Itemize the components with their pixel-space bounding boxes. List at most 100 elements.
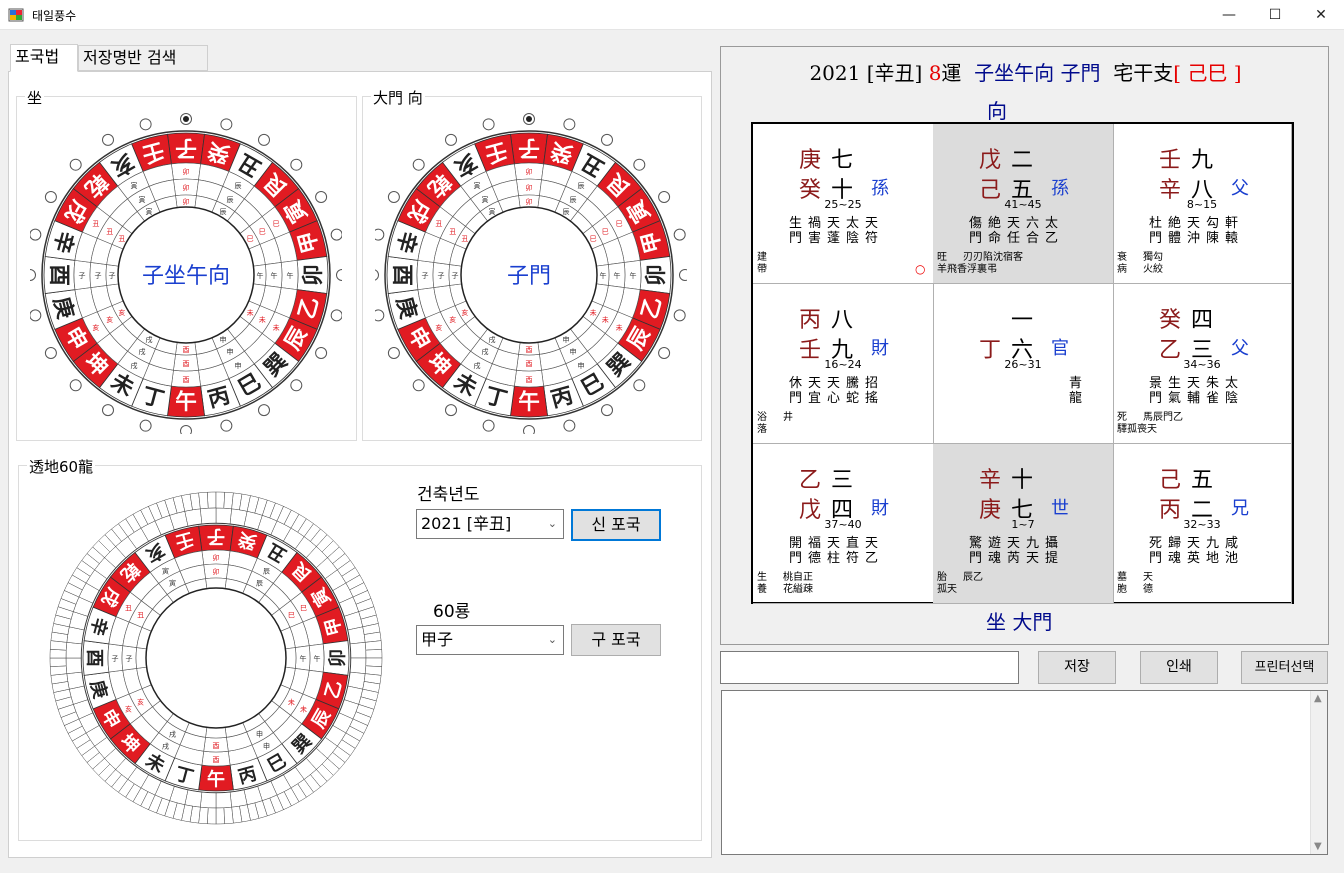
compass-radio[interactable] [180, 425, 192, 435]
compass-radio[interactable] [102, 133, 114, 146]
compass-radio[interactable] [44, 191, 57, 203]
compass-radio[interactable] [290, 158, 303, 171]
compass-radio[interactable] [139, 419, 152, 432]
printer-select-button[interactable]: 프린터선택 [1241, 651, 1328, 684]
compass-center-label: 子坐午向 [142, 264, 230, 289]
compass-radio[interactable] [220, 118, 233, 131]
compass-radio[interactable] [633, 158, 646, 171]
compass-mini-label: 子 [109, 272, 116, 280]
dragon60-select[interactable]: 甲子 ⌄ [416, 625, 564, 655]
compass-radio[interactable] [30, 269, 36, 281]
minimize-button[interactable]: — [1206, 0, 1252, 30]
save-button[interactable]: 저장 [1038, 651, 1116, 684]
compass-radio[interactable] [139, 118, 152, 131]
compass-mini-label: 巳 [273, 220, 280, 228]
footer-2: 胞 [1117, 584, 1127, 595]
compass-radio[interactable] [375, 269, 379, 281]
compass-radio[interactable] [375, 309, 385, 322]
compass-radio[interactable] [30, 309, 42, 322]
compass-radio[interactable] [220, 419, 233, 432]
compass-mini-label: 申 [263, 741, 270, 750]
compass-radio[interactable] [412, 158, 425, 171]
compass-radio[interactable] [412, 379, 425, 392]
compass-radio[interactable] [601, 404, 613, 417]
gate-group-label: 大門 向 [371, 87, 425, 108]
compass-radio[interactable] [633, 379, 646, 392]
compass-radio[interactable] [315, 191, 328, 203]
footer-3: 天 [1143, 572, 1153, 583]
star-row-1: 死歸天九咸 [1149, 536, 1245, 551]
star-row-1: 青 [1069, 376, 1089, 391]
compass-radio[interactable] [69, 158, 82, 171]
compass-radio[interactable] [102, 404, 114, 417]
compass-radio[interactable] [290, 379, 303, 392]
compass-radio[interactable] [679, 269, 688, 281]
year-select[interactable]: 2021 [辛丑] ⌄ [416, 509, 564, 539]
compass-radio[interactable] [258, 404, 270, 417]
compass-mini-label: 丑 [449, 228, 456, 236]
dragon-ring-sector [229, 789, 248, 808]
upper-number: 一 [1011, 308, 1034, 333]
compass-radio[interactable] [315, 347, 328, 359]
tab-layout[interactable]: 포국법 [10, 44, 78, 72]
compass-radio[interactable] [69, 379, 82, 392]
close-button[interactable]: ✕ [1298, 0, 1344, 30]
compass-radio[interactable] [445, 404, 457, 417]
compass-mini-label: 未 [288, 698, 295, 707]
compass-mini-label: 辰 [256, 580, 263, 588]
compass-mini-label: 子 [422, 272, 429, 280]
compass-radio[interactable] [563, 118, 576, 131]
tab-saved-search[interactable]: 저장명반 검색 [78, 45, 208, 71]
new-layout-button[interactable]: 신 포국 [571, 509, 661, 541]
compass-radio[interactable] [375, 228, 385, 241]
age-range: 16~24 [824, 358, 862, 371]
name-input[interactable] [720, 651, 1019, 684]
compass-mini-label: 子 [112, 655, 119, 663]
compass-radio[interactable] [445, 133, 457, 146]
footer-2: 羊飛香浮裏弔 [937, 264, 997, 275]
print-button[interactable]: 인쇄 [1140, 651, 1218, 684]
gate-compass[interactable]: 子癸丑艮寅甲卯乙辰巽巳丙午丁未坤申庚酉辛戌乾亥 壬卯辰巳午未申酉戌亥子丑寅 卯辰巳午… [375, 112, 687, 434]
maximize-button[interactable]: ☐ [1252, 0, 1298, 30]
header-house-label: 宅干支 [1113, 61, 1174, 85]
compass-mini-label: 申 [235, 361, 242, 370]
compass-mini-label: 午 [314, 654, 321, 663]
compass-mini-label: 卯 [183, 167, 190, 176]
compass-radio[interactable] [601, 133, 613, 146]
compass-radio[interactable] [330, 309, 342, 322]
compass-radio[interactable] [523, 425, 535, 435]
star-row-1: 景生天朱太 [1149, 376, 1245, 391]
scroll-down-icon[interactable]: ▼ [1314, 841, 1322, 852]
compass-mini-label: 子 [95, 272, 102, 280]
compass-radio[interactable] [336, 269, 343, 281]
sit-compass[interactable]: 子癸丑艮寅甲卯乙辰巽巳丙午丁未坤申庚酉辛戌乾亥 壬卯辰巳午未申酉戌亥子丑寅 卯辰巳午… [30, 112, 342, 434]
compass-radio[interactable] [44, 347, 57, 359]
compass-mini-label: 亥 [118, 308, 125, 317]
footer-2: 帶 [757, 264, 767, 275]
compass-radio[interactable] [673, 228, 686, 241]
memo-textarea[interactable]: ▲ ▼ [721, 690, 1328, 855]
old-layout-button[interactable]: 구 포국 [571, 624, 661, 656]
compass-radio[interactable] [30, 228, 42, 241]
compass-radio[interactable] [658, 347, 671, 359]
compass-radio[interactable] [330, 228, 342, 241]
palace-cell: 癸 四 乙 三 父 34~36 景生天朱太 門氣輔雀陰 死 驛孤喪天 馬辰門乙 [1113, 284, 1292, 444]
scroll-up-icon[interactable]: ▲ [1314, 693, 1322, 704]
compass-radio[interactable] [673, 309, 686, 322]
compass-mini-label: 未 [590, 308, 597, 317]
compass-mini-label: 丑 [461, 235, 468, 243]
compass-radio[interactable] [563, 419, 576, 432]
compass-mountain-label: 卯 [301, 264, 326, 286]
compass-radio[interactable] [482, 118, 495, 131]
compass-radio[interactable] [387, 347, 400, 359]
memo-scrollbar[interactable]: ▲ ▼ [1310, 691, 1327, 854]
compass-radio[interactable] [258, 133, 270, 146]
compass-radio[interactable] [387, 191, 400, 203]
compass-radio[interactable] [482, 419, 495, 432]
dragon60-compass[interactable]: 子癸丑艮寅甲卯乙辰巽巳丙午丁未坤申庚酉辛戌乾亥 壬卯辰巳午未申酉戌亥子丑寅 卯辰巳午… [48, 490, 384, 826]
dragon-ring-sector [215, 507, 232, 525]
dragon-ring-sector [223, 806, 234, 825]
compass-mountain-label: 午 [518, 389, 540, 415]
compass-radio[interactable] [658, 191, 671, 203]
compass-mini-label: 午 [287, 271, 294, 280]
